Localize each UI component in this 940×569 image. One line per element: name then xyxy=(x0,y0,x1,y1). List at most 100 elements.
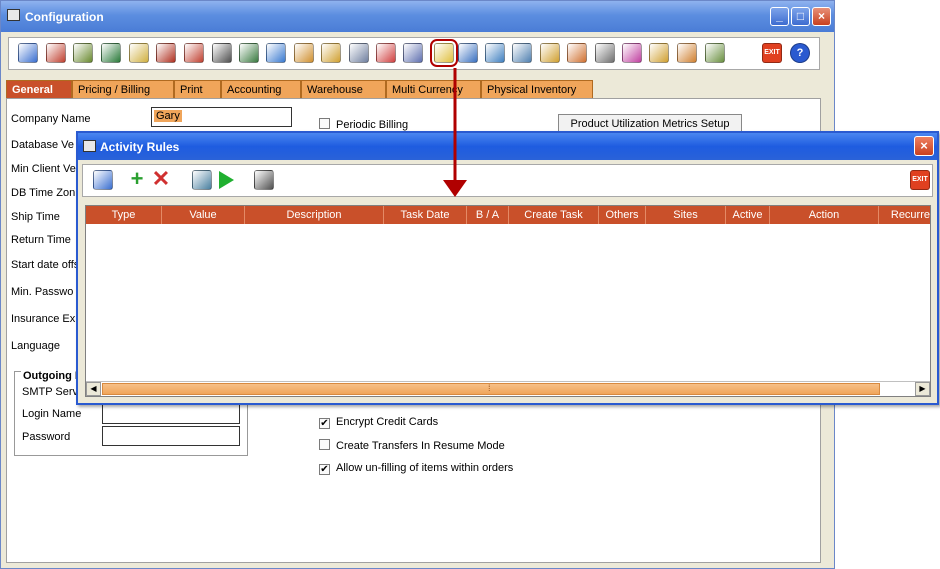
tab-accounting[interactable]: Accounting xyxy=(221,80,301,99)
app-icon xyxy=(7,9,20,21)
sync-icon[interactable] xyxy=(595,43,615,63)
activity-rules-grid[interactable]: Type Value Description Task Date B / A Create… xyxy=(85,205,931,397)
periodic-billing-label: Periodic Billing xyxy=(336,119,409,131)
exit-icon[interactable]: EXIT xyxy=(910,170,930,190)
window-title: Configuration xyxy=(25,10,104,24)
exit-icon[interactable]: EXIT xyxy=(762,43,782,63)
tab-general[interactable]: General xyxy=(6,80,72,99)
tab-print[interactable]: Print xyxy=(174,80,221,99)
column-header-create-task[interactable]: Create Task xyxy=(509,206,599,224)
document-icon[interactable] xyxy=(101,43,121,63)
password-input[interactable] xyxy=(102,426,240,446)
save-icon[interactable] xyxy=(93,170,113,190)
start-date-offset-label: Start date offs xyxy=(11,259,80,271)
return-time-label: Return Time xyxy=(11,234,71,246)
db-time-zone-label: DB Time Zon xyxy=(11,187,76,199)
periodic-billing-box[interactable] xyxy=(319,118,330,129)
horizontal-scrollbar[interactable]: ◀ ⁞ ▶ xyxy=(86,381,930,396)
edit-icon[interactable] xyxy=(129,43,149,63)
tab-pricing-billing[interactable]: Pricing / Billing xyxy=(72,80,174,99)
activity-rules-window: Activity Rules × + ✕ EXIT Type Value Descrip… xyxy=(76,131,939,405)
encrypt-credit-cards-box[interactable]: ✔ xyxy=(319,418,330,429)
tab-warehouse[interactable]: Warehouse xyxy=(301,80,386,99)
pricing-icon[interactable] xyxy=(184,43,204,63)
min-password-label: Min. Passwo xyxy=(11,286,74,298)
create-transfers-resume-label: Create Transfers In Resume Mode xyxy=(336,440,505,452)
encrypt-credit-cards-label: Encrypt Credit Cards xyxy=(336,416,439,428)
invoice-icon[interactable] xyxy=(156,43,176,63)
insurance-label: Insurance Ex xyxy=(11,313,76,325)
ruler-icon[interactable] xyxy=(321,43,341,63)
allow-unfilling-checkbox[interactable]: ✔ Allow un-filling of items within orders xyxy=(319,462,513,475)
server-icon[interactable] xyxy=(705,43,725,63)
tools-icon[interactable] xyxy=(403,43,423,63)
run-icon[interactable] xyxy=(216,170,236,190)
column-header-value[interactable]: Value xyxy=(162,206,245,224)
column-header-task-date[interactable]: Task Date xyxy=(384,206,467,224)
column-header-recurren[interactable]: Recurren xyxy=(879,206,930,224)
company-name-input[interactable]: Gary xyxy=(151,107,292,127)
scroll-left-button[interactable]: ◀ xyxy=(86,382,101,396)
activity-rules-title: Activity Rules xyxy=(100,140,180,154)
user-settings-icon[interactable] xyxy=(649,43,669,63)
app-icon xyxy=(83,140,96,152)
allow-unfilling-label: Allow un-filling of items within orders xyxy=(336,462,514,474)
scrollbar-thumb[interactable]: ⁞ xyxy=(102,383,880,395)
credit-card-icon[interactable] xyxy=(458,43,478,63)
key-icon[interactable] xyxy=(677,43,697,63)
company-name-value: Gary xyxy=(154,110,182,122)
gift-icon[interactable] xyxy=(540,43,560,63)
notes-icon[interactable] xyxy=(622,43,642,63)
copy-document-icon[interactable] xyxy=(485,43,505,63)
scroll-right-button[interactable]: ▶ xyxy=(915,382,930,396)
grid-header: Type Value Description Task Date B / A Create… xyxy=(86,206,930,224)
language-label: Language xyxy=(11,340,60,352)
activity-rules-titlebar[interactable]: Activity Rules × xyxy=(78,133,937,160)
column-header-others[interactable]: Others xyxy=(599,206,646,224)
delete-icon[interactable]: ✕ xyxy=(151,168,171,190)
column-header-sites[interactable]: Sites xyxy=(646,206,726,224)
report-icon[interactable] xyxy=(46,43,66,63)
configuration-titlebar[interactable]: Configuration _ □ × xyxy=(1,1,834,32)
play-triangle xyxy=(219,171,234,189)
column-header-active[interactable]: Active xyxy=(726,206,770,224)
print-icon[interactable] xyxy=(239,43,259,63)
tab-multi-currency[interactable]: Multi Currency xyxy=(386,80,481,99)
periodic-billing-checkbox[interactable]: Periodic Billing xyxy=(319,118,408,131)
activity-rules-icon[interactable] xyxy=(430,39,458,67)
allow-unfilling-box[interactable]: ✔ xyxy=(319,464,330,475)
min-client-version-label: Min Client Ve xyxy=(11,163,76,175)
login-name-input[interactable] xyxy=(102,404,240,424)
add-icon[interactable]: + xyxy=(127,168,147,190)
help-icon[interactable]: ? xyxy=(790,43,810,63)
minimize-button[interactable]: _ xyxy=(770,7,789,26)
ship-time-label: Ship Time xyxy=(11,211,60,223)
configuration-toolbar: EXIT? xyxy=(8,37,820,70)
company-name-label: Company Name xyxy=(11,113,91,125)
color-circles-icon[interactable] xyxy=(376,43,396,63)
refresh-icon[interactable] xyxy=(192,170,212,190)
scrollbar-grip: ⁞ xyxy=(488,383,491,393)
activity-close-button[interactable]: × xyxy=(914,136,934,156)
column-header-b-a[interactable]: B / A xyxy=(467,206,509,224)
dollar-icon[interactable] xyxy=(73,43,93,63)
settings-icon[interactable] xyxy=(567,43,587,63)
gears-icon[interactable] xyxy=(349,43,369,63)
encrypt-credit-cards-checkbox[interactable]: ✔ Encrypt Credit Cards xyxy=(319,416,438,429)
puzzle-icon[interactable] xyxy=(266,43,286,63)
create-transfers-resume-checkbox[interactable]: Create Transfers In Resume Mode xyxy=(319,439,505,452)
column-header-type[interactable]: Type xyxy=(86,206,162,224)
calendar-icon[interactable] xyxy=(294,43,314,63)
search-document-icon[interactable] xyxy=(512,43,532,63)
tab-physical-inventory[interactable]: Physical Inventory xyxy=(481,80,593,99)
maximize-button[interactable]: □ xyxy=(791,7,810,26)
create-transfers-resume-box[interactable] xyxy=(319,439,330,450)
column-header-description[interactable]: Description xyxy=(245,206,384,224)
save-icon[interactable] xyxy=(18,43,38,63)
close-button[interactable]: × xyxy=(812,7,831,26)
grid-icon[interactable] xyxy=(212,43,232,63)
login-name-label: Login Name xyxy=(22,408,82,420)
column-header-action[interactable]: Action xyxy=(770,206,879,224)
calculator-icon[interactable] xyxy=(254,170,274,190)
activity-rules-toolbar: + ✕ EXIT xyxy=(82,164,933,197)
